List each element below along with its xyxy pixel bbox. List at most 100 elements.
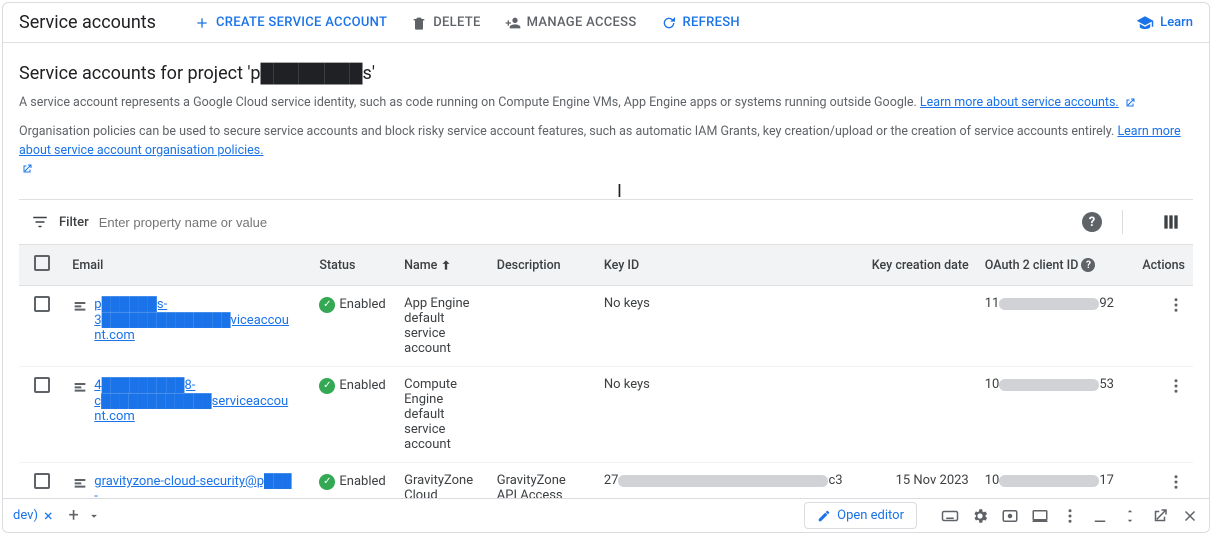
col-email[interactable]: Email (64, 245, 311, 286)
terminal-tab[interactable]: dev) × (13, 506, 53, 525)
column-display-icon[interactable] (1161, 212, 1181, 232)
person-add-icon (505, 15, 521, 31)
keydate-cell (864, 367, 977, 463)
table-row: gravityzone-cloud-security@p███-o███████… (19, 463, 1193, 499)
filter-icon (31, 213, 49, 231)
expand-icon[interactable] (1121, 507, 1139, 525)
check-icon: ✓ (319, 474, 335, 490)
check-icon: ✓ (319, 378, 335, 394)
keyid-cell: No keys (596, 367, 864, 463)
filter-input[interactable] (99, 215, 1072, 230)
page-title: Service accounts (19, 12, 156, 33)
service-account-icon (72, 298, 88, 314)
keydate-cell: 15 Nov 2023 (864, 463, 977, 499)
manage-access-button[interactable]: Manage Access (495, 9, 647, 37)
close-tab-icon[interactable]: × (44, 506, 53, 525)
sort-asc-icon (439, 258, 453, 272)
table-header-row: Email Status Name Description Key ID Key… (19, 245, 1193, 286)
external-link-icon (1124, 97, 1136, 109)
device-icon[interactable] (1031, 507, 1049, 525)
status-badge: ✓Enabled (319, 378, 385, 394)
table-row: p██████s-3██████████████viceaccount.com ✓… (19, 286, 1193, 367)
description-cell (489, 367, 596, 463)
email-link[interactable]: 4█████████8-c████████████serviceaccount.… (94, 377, 294, 424)
new-tab-button[interactable]: + (69, 505, 79, 526)
terminal-footer: dev) × + Open editor (3, 498, 1209, 532)
service-account-icon (72, 475, 88, 491)
keyid-cell: 27c3 (596, 463, 864, 499)
name-cell: Compute Engine default service account (396, 367, 489, 463)
name-cell: App Engine default service account (396, 286, 489, 367)
open-editor-label: Open editor (837, 508, 904, 523)
col-status[interactable]: Status (311, 245, 396, 286)
table-row: 4█████████8-c████████████serviceaccount.… (19, 367, 1193, 463)
help-icon[interactable]: ? (1082, 212, 1102, 232)
tab-label: dev) (13, 508, 38, 523)
col-name[interactable]: Name (396, 245, 489, 286)
description-cell: GravityZone API Access (489, 463, 596, 499)
subheading: Service accounts for project 'p████████s… (19, 63, 1193, 84)
email-link[interactable]: gravityzone-cloud-security@p███-o███████… (94, 473, 294, 498)
desc1-text: A service account represents a Google Cl… (19, 95, 920, 110)
plus-icon (194, 15, 210, 31)
external-link-icon (21, 163, 33, 175)
row-checkbox[interactable] (34, 296, 50, 312)
open-new-window-icon[interactable] (1151, 507, 1169, 525)
description-1: A service account represents a Google Cl… (19, 94, 1193, 113)
desc2-text: Organisation policies can be used to sec… (19, 124, 1117, 139)
email-link[interactable]: p██████s-3██████████████viceaccount.com (94, 296, 294, 343)
footer-icons (941, 507, 1199, 525)
row-checkbox[interactable] (34, 473, 50, 489)
col-description[interactable]: Description (489, 245, 596, 286)
open-editor-button[interactable]: Open editor (804, 502, 917, 529)
graduation-cap-icon (1136, 14, 1154, 32)
create-service-account-button[interactable]: Create Service Account (184, 9, 397, 37)
oauth-help-icon[interactable]: ? (1081, 258, 1095, 272)
gear-icon[interactable] (971, 507, 989, 525)
refresh-button[interactable]: Refresh (651, 9, 750, 37)
web-preview-icon[interactable] (1001, 507, 1019, 525)
status-badge: ✓Enabled (319, 297, 385, 313)
row-actions-icon[interactable] (1167, 377, 1185, 395)
close-icon[interactable] (1181, 507, 1199, 525)
keydate-cell (864, 286, 977, 367)
select-all-checkbox[interactable] (34, 255, 50, 271)
description-cell (489, 286, 596, 367)
learn-button[interactable]: Learn (1136, 14, 1193, 32)
manage-label: Manage Access (527, 15, 637, 30)
refresh-icon (661, 15, 677, 31)
chevron-down-icon[interactable] (87, 509, 101, 523)
oauth-cell: 1192 (977, 286, 1131, 367)
learn-more-sa-link[interactable]: Learn more about service accounts. (920, 95, 1119, 110)
pencil-icon (817, 509, 831, 523)
delete-button[interactable]: Delete (401, 9, 490, 37)
learn-label: Learn (1160, 15, 1193, 30)
trash-icon (411, 15, 427, 31)
row-actions-icon[interactable] (1167, 473, 1185, 491)
service-account-icon (72, 379, 88, 395)
row-checkbox[interactable] (34, 377, 50, 393)
col-keydate[interactable]: Key creation date (864, 245, 977, 286)
content-area: Service accounts for project 'p████████s… (3, 43, 1209, 498)
keyid-cell: No keys (596, 286, 864, 367)
toolbar: Service accounts Create Service Account … (3, 3, 1209, 43)
oauth-cell: 1053 (977, 367, 1131, 463)
col-keyid[interactable]: Key ID (596, 245, 864, 286)
filter-label: Filter (59, 215, 89, 230)
minimize-icon[interactable] (1091, 507, 1109, 525)
delete-label: Delete (433, 15, 480, 30)
check-icon: ✓ (319, 297, 335, 313)
col-oauth[interactable]: OAuth 2 client ID ? (977, 245, 1131, 286)
name-cell: GravityZone Cloud Security (396, 463, 489, 499)
oauth-cell: 1017 (977, 463, 1131, 499)
status-badge: ✓Enabled (319, 474, 385, 490)
create-label: Create Service Account (216, 15, 387, 30)
keyboard-icon[interactable] (941, 507, 959, 525)
refresh-label: Refresh (683, 15, 740, 30)
row-actions-icon[interactable] (1167, 296, 1185, 314)
filter-bar: Filter ? (19, 200, 1193, 244)
col-actions: Actions (1131, 245, 1193, 286)
more-vert-icon[interactable] (1061, 507, 1079, 525)
description-2: Organisation policies can be used to sec… (19, 123, 1193, 179)
service-accounts-table: Email Status Name Description Key ID Key… (19, 244, 1193, 498)
